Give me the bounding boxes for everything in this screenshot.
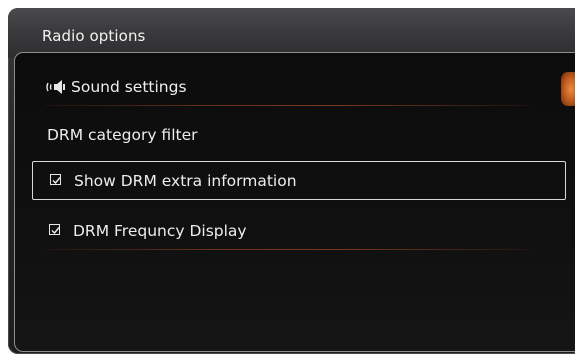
checkmark-icon — [51, 227, 60, 235]
checkbox-show-drm-extra-info[interactable] — [50, 174, 61, 185]
radio-options-screen: Radio options Sound settings DRM categor… — [0, 0, 575, 354]
title-bar: Radio options — [8, 8, 575, 58]
menu-item-label: DRM Frequncy Display — [73, 222, 247, 240]
menu-item-label: DRM category filter — [47, 126, 198, 144]
menu-item-drm-category-filter[interactable]: DRM category filter — [25, 116, 570, 154]
menu-item-sound-settings[interactable]: Sound settings — [25, 68, 570, 106]
menu-item-label: Sound settings — [71, 78, 187, 96]
checkmark-icon — [52, 177, 61, 185]
checkbox-drm-frequency-display[interactable] — [49, 224, 60, 235]
speaker-icon — [46, 80, 65, 94]
menu-item-drm-frequency-display[interactable]: DRM Frequncy Display — [25, 212, 570, 250]
menu-item-show-drm-extra-info[interactable]: Show DRM extra information — [32, 161, 566, 200]
menu-item-label: Show DRM extra information — [74, 172, 297, 190]
divider — [45, 249, 530, 250]
divider — [45, 105, 530, 106]
window-title: Radio options — [42, 27, 146, 45]
